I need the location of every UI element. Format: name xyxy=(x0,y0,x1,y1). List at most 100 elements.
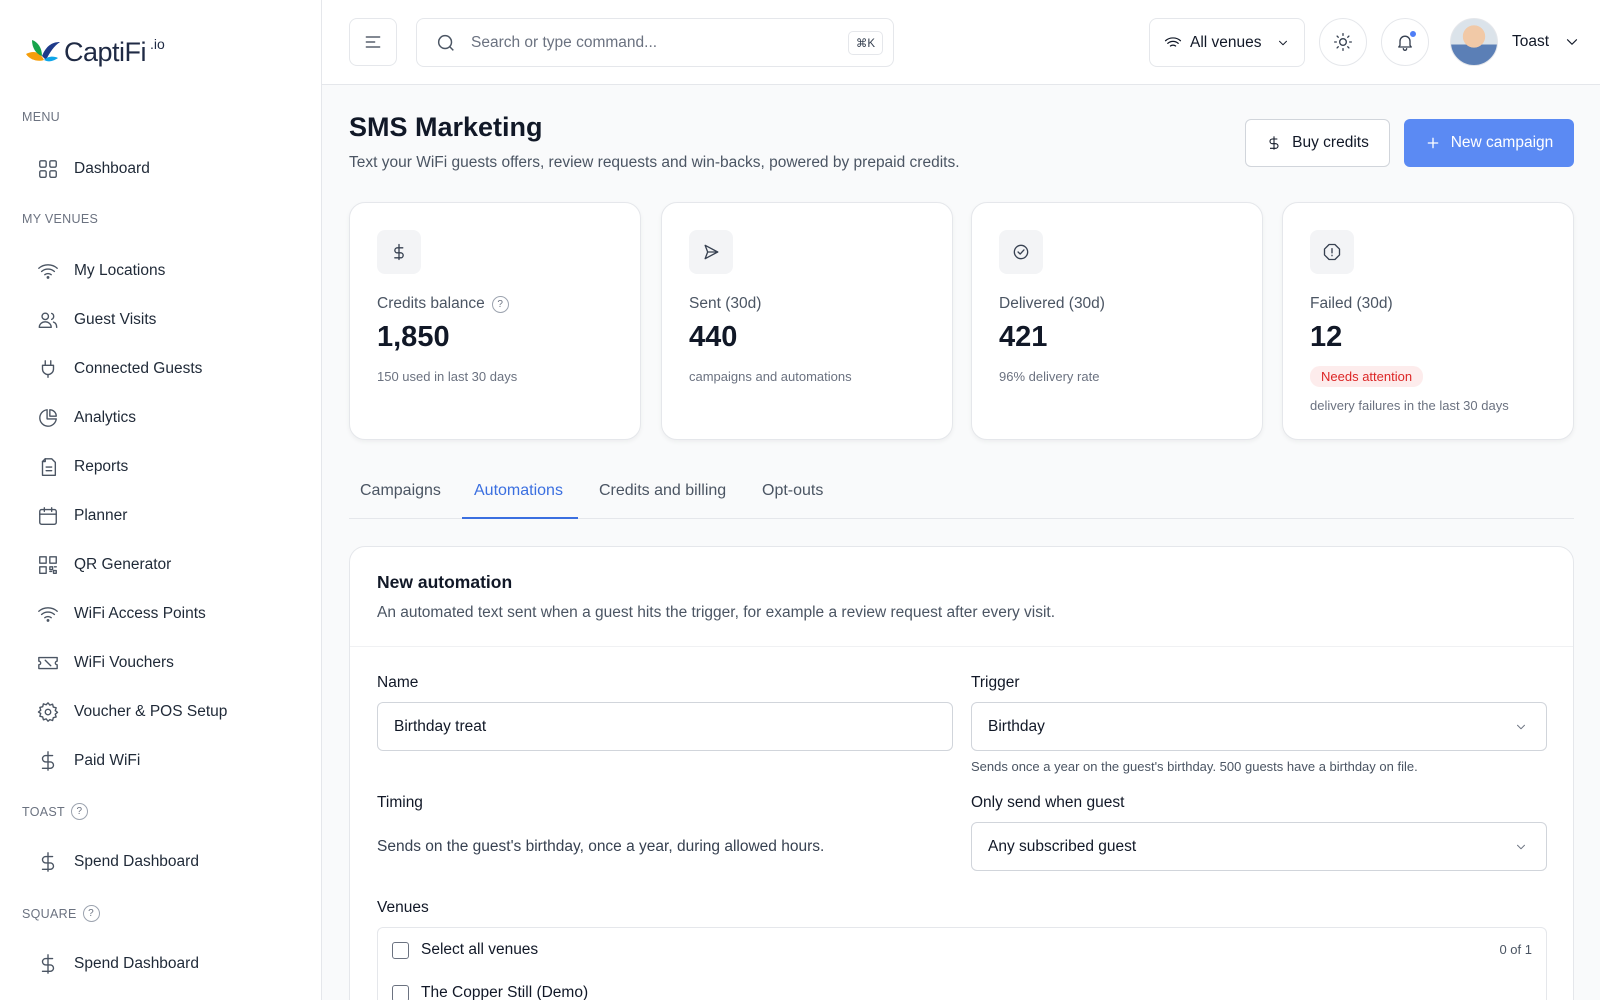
condition-select[interactable]: Any subscribed guest xyxy=(971,822,1547,871)
tab-campaigns[interactable]: Campaigns xyxy=(360,482,441,500)
notifications-button[interactable] xyxy=(1381,18,1429,66)
help-icon[interactable]: ? xyxy=(70,803,88,820)
sidebar-item-label: Analytics xyxy=(74,409,137,426)
dollar-icon xyxy=(36,850,60,874)
stat-card-credits: Credits balance ? 1,850 150 used in last… xyxy=(349,202,641,440)
sidebar-item-label: Guest Visits xyxy=(74,311,157,328)
stat-label: Delivered (30d) xyxy=(999,295,1105,312)
bird-logo-icon xyxy=(26,40,60,62)
stat-note: 96% delivery rate xyxy=(999,369,1100,384)
help-icon[interactable]: ? xyxy=(82,905,100,922)
search-icon xyxy=(437,34,454,51)
stat-note: delivery failures in the last 30 days xyxy=(1310,398,1509,413)
panel-header: New automation An automated text sent wh… xyxy=(350,547,1573,647)
section-menu: MENU xyxy=(22,110,60,124)
venues-list: Select all venues 0 of 1 The Copper Stil… xyxy=(377,927,1547,1000)
stat-label: Failed (30d) xyxy=(1310,295,1393,312)
sidebar-item-paid-wifi[interactable]: Paid WiFi xyxy=(24,741,300,781)
venue-option[interactable]: The Copper Still (Demo) xyxy=(392,984,588,1000)
sidebar-item-label: Connected Guests xyxy=(74,360,203,377)
sidebar-item-dashboard[interactable]: Dashboard xyxy=(24,149,300,189)
stat-note: 150 used in last 30 days xyxy=(377,369,518,384)
shortcut-badge: ⌘K xyxy=(847,31,883,55)
sidebar-item-wifi-access-points[interactable]: WiFi Access Points xyxy=(24,594,300,634)
stat-value: 421 xyxy=(999,321,1048,353)
plug-icon xyxy=(36,357,60,381)
sidebar-item-analytics[interactable]: Analytics xyxy=(24,398,300,438)
new-campaign-button[interactable]: New campaign xyxy=(1404,119,1574,167)
trigger-label: Trigger xyxy=(971,674,1020,691)
search-input[interactable]: Search or type command... ⌘K xyxy=(416,18,894,67)
pie-chart-icon xyxy=(36,406,60,430)
section-toast: TOAST ? xyxy=(22,803,88,820)
select-all-checkbox[interactable] xyxy=(392,941,409,959)
venue-count: 0 of 1 xyxy=(1499,942,1532,957)
trigger-help-text: Sends once a year on the guest's birthda… xyxy=(971,759,1418,774)
stat-value: 440 xyxy=(689,321,738,353)
brand-suffix: .io xyxy=(150,36,165,52)
stat-card-sent: Sent (30d) 440 campaigns and automations xyxy=(661,202,953,440)
panel-subtitle: An automated text sent when a guest hits… xyxy=(377,604,1056,621)
theme-toggle-button[interactable] xyxy=(1319,18,1367,66)
dollar-icon xyxy=(36,749,60,773)
trigger-select-value: Birthday xyxy=(988,717,1045,735)
new-campaign-label: New campaign xyxy=(1450,134,1554,151)
page-subtitle: Text your WiFi guests offers, review req… xyxy=(349,154,960,171)
user-menu[interactable]: Toast xyxy=(1450,18,1581,66)
menu-toggle-button[interactable] xyxy=(349,18,397,66)
sidebar-item-label: Spend Dashboard xyxy=(74,955,199,972)
dollar-icon xyxy=(36,952,60,976)
qr-icon xyxy=(36,553,60,577)
status-badge: Needs attention xyxy=(1310,366,1424,387)
section-menu-label: MENU xyxy=(22,110,61,124)
chevron-down-icon xyxy=(1566,39,1578,45)
panel-title: New automation xyxy=(377,572,513,592)
sidebar-item-square-spend-dashboard[interactable]: Spend Dashboard xyxy=(24,944,300,984)
venue-option-label: The Copper Still (Demo) xyxy=(421,984,589,1000)
sidebar-item-label: WiFi Access Points xyxy=(74,605,206,622)
section-toast-label: TOAST xyxy=(22,804,65,819)
new-automation-panel: New automation An automated text sent wh… xyxy=(349,546,1574,1000)
gear-icon xyxy=(36,700,60,724)
condition-select-value: Any subscribed guest xyxy=(988,837,1137,855)
buy-credits-button[interactable]: Buy credits xyxy=(1245,119,1390,167)
sidebar-item-label: Voucher & POS Setup xyxy=(74,703,228,720)
trigger-select[interactable]: Birthday xyxy=(971,702,1547,751)
section-square-label: SQUARE xyxy=(22,906,77,921)
calendar-icon xyxy=(36,504,60,528)
stat-card-delivered: Delivered (30d) 421 96% delivery rate xyxy=(971,202,1263,440)
venue-filter-select[interactable]: All venues xyxy=(1149,18,1305,67)
timing-label: Timing xyxy=(377,794,423,811)
sidebar-item-wifi-vouchers[interactable]: WiFi Vouchers xyxy=(24,643,300,683)
select-all-label: Select all venues xyxy=(421,941,539,958)
sidebar-item-voucher-pos-setup[interactable]: Voucher & POS Setup xyxy=(24,692,300,732)
name-input[interactable]: Birthday treat xyxy=(377,702,953,751)
tab-automations[interactable]: Automations xyxy=(474,482,563,500)
stat-label: Credits balance ? xyxy=(377,295,509,313)
stat-label-text: Credits balance xyxy=(377,295,485,312)
sidebar-item-guest-visits[interactable]: Guest Visits xyxy=(24,300,300,340)
sidebar-item-planner[interactable]: Planner xyxy=(24,496,300,536)
alert-octagon-icon xyxy=(1310,230,1354,274)
sidebar-item-connected-guests[interactable]: Connected Guests xyxy=(24,349,300,389)
tab-opt-outs[interactable]: Opt-outs xyxy=(762,482,823,500)
sidebar-item-label: My Locations xyxy=(74,262,166,279)
venue-filter-value: All venues xyxy=(1190,33,1262,51)
chevron-down-icon xyxy=(1517,724,1525,730)
tab-bar: Campaigns Automations Credits and billin… xyxy=(349,462,1574,519)
sidebar: CaptiFi .io MENU Dashboard MY VENUES My L… xyxy=(0,0,322,1000)
sidebar-item-qr-generator[interactable]: QR Generator xyxy=(24,545,300,585)
document-icon xyxy=(36,455,60,479)
plus-icon xyxy=(1427,137,1439,149)
avatar xyxy=(1450,18,1498,66)
tab-credits-billing[interactable]: Credits and billing xyxy=(599,482,726,500)
help-icon[interactable]: ? xyxy=(491,295,509,313)
timing-text: Sends on the guest's birthday, once a ye… xyxy=(377,838,825,855)
sidebar-item-reports[interactable]: Reports xyxy=(24,447,300,487)
venue-checkbox[interactable] xyxy=(392,984,409,1000)
select-all-venues[interactable]: Select all venues xyxy=(392,941,538,959)
brand-logo[interactable]: CaptiFi .io xyxy=(24,34,165,70)
sidebar-item-toast-spend-dashboard[interactable]: Spend Dashboard xyxy=(24,842,300,882)
sidebar-item-label: Paid WiFi xyxy=(74,752,141,769)
sidebar-item-my-locations[interactable]: My Locations xyxy=(24,251,300,291)
